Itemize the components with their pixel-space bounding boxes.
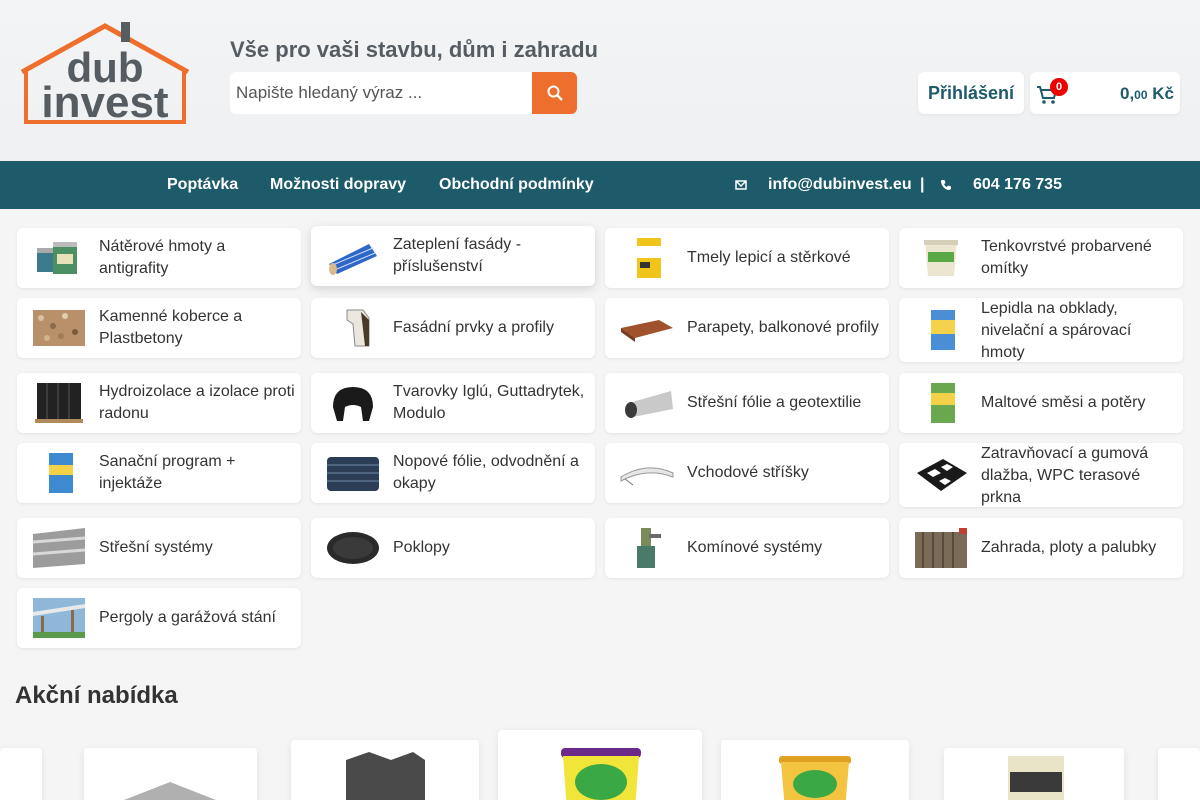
- logo-text-invest: invest: [41, 78, 169, 126]
- section-title-offers: Akční nabídka: [15, 682, 178, 709]
- search-bar: [230, 72, 577, 114]
- grass-paver-icon: [917, 459, 967, 491]
- category-label: Zateplení fasády - příslušenství: [393, 236, 522, 275]
- category-item[interactable]: Zatravňovací a gumová dlažba, WPC teraso…: [899, 443, 1183, 507]
- product-card[interactable]: [498, 730, 702, 800]
- category-item[interactable]: Kamenné koberce a Plastbetony: [17, 298, 301, 358]
- mortar-bag-icon: [931, 383, 955, 423]
- category-item[interactable]: Nátěrové hmoty a antigrafity: [17, 228, 301, 288]
- category-item[interactable]: Tvarovky Iglú, Guttadrytek, Modulo: [311, 373, 595, 433]
- category-label: Zahrada, ploty a palubky: [981, 539, 1157, 556]
- category-item[interactable]: Pergoly a garážová stání: [17, 588, 301, 648]
- search-icon: [547, 85, 563, 101]
- category-item[interactable]: Maltové směsi a potěry: [899, 373, 1183, 433]
- nav-phone-link[interactable]: 604 176 735: [973, 176, 1062, 194]
- category-item[interactable]: Komínové systémy: [605, 518, 889, 578]
- door-canopy-icon: [620, 467, 674, 486]
- mesh-roll-icon: [329, 244, 377, 275]
- cart-button[interactable]: 0 0,00 Kč: [1030, 72, 1180, 114]
- category-label: Komínové systémy: [687, 539, 823, 556]
- product-card[interactable]: [291, 740, 479, 800]
- paver-product-image: [124, 782, 216, 800]
- category-item[interactable]: Zahrada, ploty a palubky: [899, 518, 1183, 578]
- orange-bucket-product-image: [779, 756, 851, 800]
- roof-sheet-icon: [32, 528, 86, 568]
- category-item[interactable]: Nopové fólie, odvodnění a okapy: [311, 443, 595, 503]
- tile-adhesive-bag-icon: [931, 310, 955, 350]
- mat-product-image: [346, 752, 425, 800]
- search-input[interactable]: [230, 72, 532, 114]
- category-item[interactable]: Fasádní prvky a profily: [311, 298, 595, 358]
- category-label: Lepidla na obklady, nivelační a spárovac…: [981, 300, 1132, 361]
- product-card[interactable]: [1158, 748, 1200, 800]
- category-label: Poklopy: [393, 539, 450, 556]
- login-button[interactable]: Přihlášení: [918, 72, 1024, 114]
- product-card[interactable]: [721, 740, 909, 800]
- category-label: Střešní fólie a geotextilie: [687, 394, 862, 411]
- manhole-cover-icon: [327, 532, 379, 564]
- category-label: Kamenné koberce a Plastbetony: [99, 308, 243, 347]
- category-item[interactable]: Střešní fólie a geotextilie: [605, 373, 889, 433]
- dimple-membrane-icon: [327, 457, 379, 491]
- category-label: Hydroizolace a izolace proti radonu: [99, 383, 295, 422]
- category-label: Fasádní prvky a profily: [393, 319, 554, 336]
- category-item[interactable]: Tenkovrstvé probarvené omítky: [899, 228, 1183, 288]
- plaster-bucket-icon: [924, 240, 958, 276]
- window-sill-icon: [621, 320, 673, 342]
- facade-profile-icon: [346, 309, 370, 347]
- cart-total: 0,00 Kč: [1119, 84, 1174, 103]
- category-label: Sanační program + injektáže: [99, 453, 236, 492]
- nav-separator: |: [920, 176, 925, 193]
- email-icon: [735, 180, 747, 190]
- adhesive-bag-icon: [637, 238, 661, 278]
- category-item[interactable]: Hydroizolace a izolace proti radonu: [17, 373, 301, 433]
- iglu-form-icon: [333, 387, 373, 421]
- category-item[interactable]: Sanační program + injektáže: [17, 443, 301, 503]
- category-label: Pergoly a garážová stání: [99, 609, 276, 626]
- membrane-rolls-icon: [35, 383, 83, 423]
- dubinvest-logo[interactable]: dub invest: [18, 20, 192, 126]
- header: dub invest Vše pro vaši stavbu, dům i za…: [0, 0, 1200, 161]
- category-item[interactable]: Vchodové stříšky: [605, 443, 889, 503]
- category-label: Vchodové stříšky: [687, 464, 809, 481]
- category-item[interactable]: Parapety, balkonové profily: [605, 298, 889, 358]
- category-item[interactable]: Lepidla na obklady, nivelační a spárovac…: [899, 298, 1183, 362]
- category-label: Maltové směsi a potěry: [981, 394, 1146, 411]
- category-item[interactable]: Střešní systémy: [17, 518, 301, 578]
- renovation-bag-icon: [49, 453, 73, 493]
- nav-email-link[interactable]: info@dubinvest.eu: [768, 176, 912, 194]
- product-card[interactable]: [84, 748, 257, 800]
- chimney-icon: [637, 528, 661, 568]
- category-item[interactable]: Poklopy: [311, 518, 595, 578]
- pergola-icon: [33, 598, 85, 638]
- category-label: Tmely lepicí a stěrkové: [687, 249, 851, 266]
- category-label: Parapety, balkonové profily: [687, 319, 879, 336]
- product-card[interactable]: [944, 748, 1124, 800]
- category-label: Nopové fólie, odvodnění a okapy: [393, 453, 579, 492]
- phone-icon: [941, 180, 951, 190]
- nav-item-podminky[interactable]: Obchodní podmínky: [439, 176, 594, 194]
- wooden-fence-icon: [915, 528, 967, 568]
- search-button[interactable]: [532, 72, 577, 114]
- cart-count-badge: 0: [1050, 78, 1068, 96]
- adhesive-bag-product-image: [1008, 756, 1064, 800]
- nav-item-poptavka[interactable]: Poptávka: [167, 176, 238, 194]
- category-label: Tvarovky Iglú, Guttadrytek, Modulo: [393, 383, 585, 422]
- category-item[interactable]: Zateplení fasády - příslušenství: [311, 226, 595, 286]
- category-label: Zatravňovací a gumová dlažba, WPC teraso…: [981, 445, 1149, 506]
- paint-cans-icon: [37, 242, 77, 274]
- plaster-bucket-product-image: [561, 748, 641, 800]
- category-label: Střešní systémy: [99, 539, 213, 556]
- product-card[interactable]: [0, 748, 42, 800]
- category-item[interactable]: Tmely lepicí a stěrkové: [605, 228, 889, 288]
- tagline: Vše pro vaši stavbu, dům i zahradu: [230, 37, 598, 62]
- category-label: Tenkovrstvé probarvené omítky: [981, 238, 1152, 277]
- main-nav: Poptávka Možnosti dopravy Obchodní podmí…: [0, 161, 1200, 209]
- category-label: Nátěrové hmoty a antigrafity: [99, 238, 226, 277]
- roof-foil-roll-icon: [625, 391, 673, 418]
- stone-carpet-icon: [33, 310, 85, 346]
- nav-item-doprava[interactable]: Možnosti dopravy: [270, 176, 406, 194]
